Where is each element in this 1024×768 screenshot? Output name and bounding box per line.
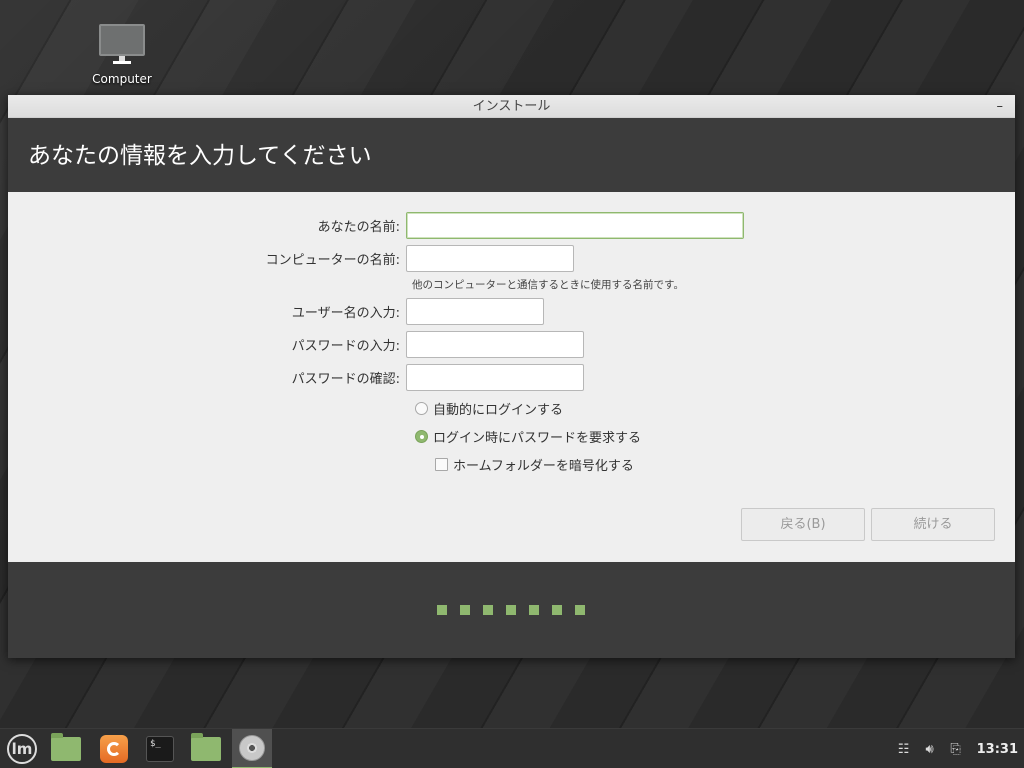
require-password-label: ログイン時にパスワードを要求する — [433, 431, 642, 446]
volume-icon[interactable]: 🔊︎ — [919, 742, 941, 757]
files-launcher[interactable] — [186, 729, 226, 768]
require-password-radio[interactable] — [415, 430, 428, 443]
network-icon[interactable]: ☷ — [893, 742, 915, 757]
progress-step-dot — [529, 605, 539, 615]
window-titlebar[interactable]: インストール – — [8, 95, 1015, 118]
auto-login-option[interactable]: 自動的にログインする — [415, 399, 563, 418]
password-label: パスワードの入力: — [291, 339, 400, 354]
encrypt-home-option[interactable]: ホームフォルダーを暗号化する — [435, 455, 634, 474]
your-name-label: あなたの名前: — [317, 220, 400, 235]
system-tray: ☷ 🔊︎ ⎘ 13:31 — [893, 729, 1024, 768]
clock[interactable]: 13:31 — [977, 742, 1018, 757]
installer-taskbar-button[interactable] — [232, 729, 272, 768]
encrypt-home-checkbox[interactable] — [435, 458, 448, 471]
monitor-icon — [99, 24, 145, 66]
page-title: あなたの情報を入力してください — [28, 143, 372, 169]
terminal-icon: $_ — [146, 736, 174, 762]
page-header: あなたの情報を入力してください — [8, 118, 1015, 192]
password-row: パスワードの入力: — [8, 331, 584, 358]
continue-button[interactable]: 続ける — [871, 508, 995, 541]
progress-step-dot — [437, 605, 447, 615]
your-name-row: あなたの名前: — [8, 212, 744, 239]
computer-name-input[interactable] — [406, 245, 574, 272]
user-info-form: あなたの名前: コンピューターの名前: 他のコンピューターと通信するときに使用す… — [8, 192, 1015, 561]
computer-name-label: コンピューターの名前: — [265, 253, 400, 268]
computer-name-row: コンピューターの名前: — [8, 245, 574, 272]
files-icon — [191, 733, 221, 761]
installer-disc-icon — [239, 735, 265, 761]
firefox-launcher[interactable] — [94, 729, 134, 768]
auto-login-radio[interactable] — [415, 402, 428, 415]
password-confirm-input[interactable] — [406, 364, 584, 391]
firefox-icon — [100, 735, 128, 763]
installer-window: インストール – あなたの情報を入力してください あなたの名前: コンピューター… — [8, 95, 1015, 658]
progress-step-dot — [575, 605, 585, 615]
mint-menu-icon: lm — [7, 734, 37, 764]
minimize-button[interactable]: – — [997, 95, 1004, 118]
clipboard-icon[interactable]: ⎘ — [945, 742, 967, 757]
your-name-input[interactable] — [406, 212, 744, 239]
progress-step-dot — [506, 605, 516, 615]
taskbar: lm $_ ☷ 🔊︎ ⎘ 13:31 — [0, 728, 1024, 768]
username-input[interactable] — [406, 298, 544, 325]
password-confirm-row: パスワードの確認: — [8, 364, 584, 391]
encrypt-home-label: ホームフォルダーを暗号化する — [453, 459, 634, 474]
terminal-launcher[interactable]: $_ — [140, 729, 180, 768]
progress-step-dot — [460, 605, 470, 615]
auto-login-label: 自動的にログインする — [433, 403, 564, 418]
computer-icon-label: Computer — [92, 72, 152, 86]
password-confirm-label: パスワードの確認: — [291, 372, 400, 387]
password-input[interactable] — [406, 331, 584, 358]
require-password-option[interactable]: ログイン時にパスワードを要求する — [415, 427, 641, 446]
computer-name-hint: 他のコンピューターと通信するときに使用する名前です。 — [412, 279, 684, 291]
computer-desktop-icon[interactable]: Computer — [86, 24, 158, 86]
show-desktop-button[interactable] — [46, 729, 86, 768]
show-desktop-icon — [51, 733, 81, 761]
window-title: インストール — [472, 99, 551, 114]
username-row: ユーザー名の入力: — [8, 298, 544, 325]
step-progress-indicator — [437, 605, 598, 615]
username-label: ユーザー名の入力: — [291, 306, 400, 321]
progress-footer — [8, 562, 1015, 658]
mint-menu-button[interactable]: lm — [4, 729, 40, 768]
progress-step-dot — [483, 605, 493, 615]
progress-step-dot — [552, 605, 562, 615]
back-button[interactable]: 戻る(B) — [741, 508, 865, 541]
